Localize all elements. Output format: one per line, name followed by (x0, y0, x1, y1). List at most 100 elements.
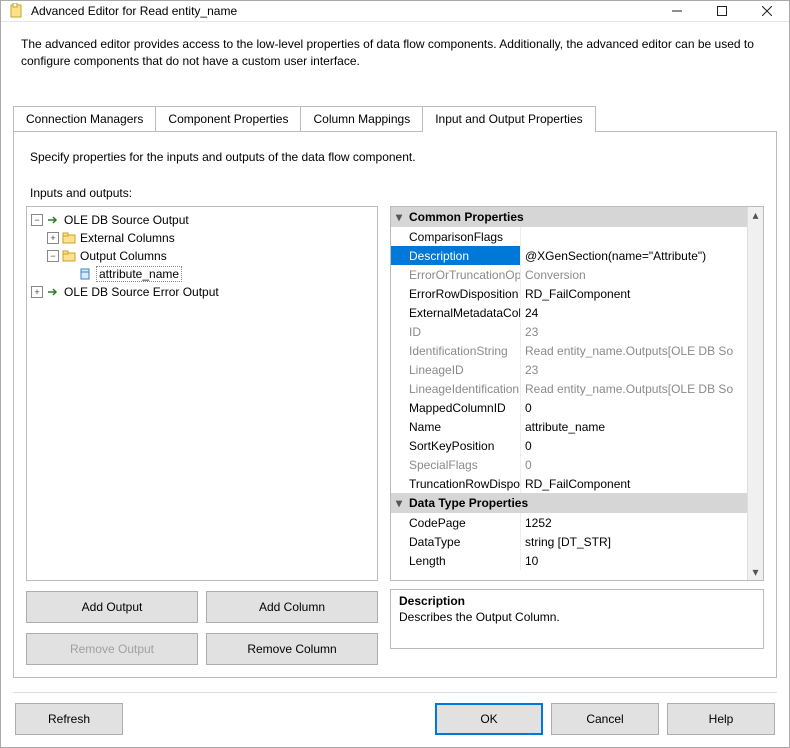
tree[interactable]: − OLE DB Source Output + External Column… (26, 206, 378, 581)
property-name: SortKeyPosition (391, 436, 521, 455)
remove-output-button: Remove Output (26, 633, 198, 665)
property-value[interactable] (521, 227, 763, 246)
description-panel: Description Describes the Output Column. (390, 589, 764, 649)
chevron-down-icon[interactable]: ▾ (391, 496, 407, 510)
property-value[interactable]: 0 (521, 455, 763, 474)
property-row[interactable]: TruncationRowDisposiRD_FailComponent (391, 474, 763, 493)
content-area: The advanced editor provides access to t… (1, 22, 789, 747)
property-name: ErrorOrTruncationOpe (391, 265, 521, 284)
property-name: MappedColumnID (391, 398, 521, 417)
property-name: SpecialFlags (391, 455, 521, 474)
folder-icon (61, 230, 77, 246)
property-section-title: Common Properties (409, 210, 524, 224)
divider (13, 692, 777, 693)
property-value[interactable]: 24 (521, 303, 763, 322)
column-icon (77, 266, 93, 282)
tree-heading: Inputs and outputs: (30, 186, 764, 200)
titlebar: Advanced Editor for Read entity_name (1, 1, 789, 22)
property-name: TruncationRowDisposi (391, 474, 521, 493)
property-value[interactable]: RD_FailComponent (521, 474, 763, 493)
cancel-button[interactable]: Cancel (551, 703, 659, 735)
property-row[interactable]: ID23 (391, 322, 763, 341)
property-name: ErrorRowDisposition (391, 284, 521, 303)
collapse-icon[interactable]: − (47, 250, 59, 262)
property-row[interactable]: DataTypestring [DT_STR] (391, 532, 763, 551)
description-heading: Description (399, 594, 755, 608)
ok-button[interactable]: OK (435, 703, 543, 735)
property-row[interactable]: MappedColumnID0 (391, 398, 763, 417)
property-row[interactable]: Nameattribute_name (391, 417, 763, 436)
property-value[interactable]: Read entity_name.Outputs[OLE DB So (521, 379, 763, 398)
maximize-button[interactable] (699, 1, 744, 21)
app-icon (9, 3, 25, 19)
tab-row: Connection Managers Component Properties… (13, 106, 777, 132)
close-button[interactable] (744, 1, 789, 21)
remove-column-button[interactable]: Remove Column (206, 633, 378, 665)
chevron-down-icon[interactable]: ▾ (391, 210, 407, 224)
property-value[interactable]: attribute_name (521, 417, 763, 436)
tree-node-ole-db-source-error-output[interactable]: + OLE DB Source Error Output (31, 283, 373, 301)
right-column: ▾Common PropertiesComparisonFlagsDescrip… (390, 206, 764, 665)
property-row[interactable]: LineageIdentificationSRead entity_name.O… (391, 379, 763, 398)
tab-component-properties[interactable]: Component Properties (155, 106, 301, 132)
property-row[interactable]: SortKeyPosition0 (391, 436, 763, 455)
property-value[interactable]: 10 (521, 551, 763, 570)
property-value[interactable]: 0 (521, 398, 763, 417)
property-row[interactable]: ComparisonFlags (391, 227, 763, 246)
tab-column-mappings[interactable]: Column Mappings (300, 106, 423, 132)
property-name: ExternalMetadataColu (391, 303, 521, 322)
left-column: − OLE DB Source Output + External Column… (26, 206, 378, 665)
property-row[interactable]: SpecialFlags0 (391, 455, 763, 474)
minimize-button[interactable] (654, 1, 699, 21)
property-value[interactable]: 1252 (521, 513, 763, 532)
property-row[interactable]: ExternalMetadataColu24 (391, 303, 763, 322)
arrow-output-icon (45, 212, 61, 228)
scroll-up-icon[interactable]: ▴ (748, 207, 763, 223)
description-text: Describes the Output Column. (399, 610, 755, 624)
property-value[interactable]: 0 (521, 436, 763, 455)
property-section-header[interactable]: ▾Data Type Properties (391, 493, 763, 513)
property-value[interactable]: string [DT_STR] (521, 532, 763, 551)
add-column-button[interactable]: Add Column (206, 591, 378, 623)
property-row[interactable]: IdentificationStringRead entity_name.Out… (391, 341, 763, 360)
scrollbar[interactable]: ▴ ▾ (747, 207, 763, 580)
property-row[interactable]: ErrorOrTruncationOpeConversion (391, 265, 763, 284)
add-output-button[interactable]: Add Output (26, 591, 198, 623)
property-name: LineageID (391, 360, 521, 379)
property-name: ID (391, 322, 521, 341)
property-section-header[interactable]: ▾Common Properties (391, 207, 763, 227)
property-row[interactable]: Description@XGenSection(name="Attribute"… (391, 246, 763, 265)
scroll-down-icon[interactable]: ▾ (748, 564, 763, 580)
property-value[interactable]: Read entity_name.Outputs[OLE DB So (521, 341, 763, 360)
pane-caption: Specify properties for the inputs and ou… (30, 150, 764, 164)
property-grid[interactable]: ▾Common PropertiesComparisonFlagsDescrip… (390, 206, 764, 581)
property-row[interactable]: CodePage1252 (391, 513, 763, 532)
tab-connection-managers[interactable]: Connection Managers (13, 106, 156, 132)
expand-icon[interactable]: + (31, 286, 43, 298)
property-value[interactable]: @XGenSection(name="Attribute") (521, 246, 763, 265)
window: Advanced Editor for Read entity_name The… (0, 0, 790, 748)
property-value[interactable]: 23 (521, 360, 763, 379)
tree-node-attribute-name[interactable]: attribute_name (31, 265, 373, 283)
arrow-output-icon (45, 284, 61, 300)
tree-node-ole-db-source-output[interactable]: − OLE DB Source Output (31, 211, 373, 229)
property-value[interactable]: Conversion (521, 265, 763, 284)
property-row[interactable]: LineageID23 (391, 360, 763, 379)
help-button[interactable]: Help (667, 703, 775, 735)
property-row[interactable]: Length10 (391, 551, 763, 570)
collapse-icon[interactable]: − (31, 214, 43, 226)
folder-icon (61, 248, 77, 264)
refresh-button[interactable]: Refresh (15, 703, 123, 735)
property-name: Name (391, 417, 521, 436)
property-row[interactable]: ErrorRowDispositionRD_FailComponent (391, 284, 763, 303)
window-title: Advanced Editor for Read entity_name (31, 4, 654, 18)
property-section-title: Data Type Properties (409, 496, 528, 510)
tree-node-external-columns[interactable]: + External Columns (31, 229, 373, 247)
property-name: ComparisonFlags (391, 227, 521, 246)
property-name: CodePage (391, 513, 521, 532)
tree-node-output-columns[interactable]: − Output Columns (31, 247, 373, 265)
expand-icon[interactable]: + (47, 232, 59, 244)
property-value[interactable]: 23 (521, 322, 763, 341)
property-value[interactable]: RD_FailComponent (521, 284, 763, 303)
tab-input-output-properties[interactable]: Input and Output Properties (422, 106, 595, 132)
